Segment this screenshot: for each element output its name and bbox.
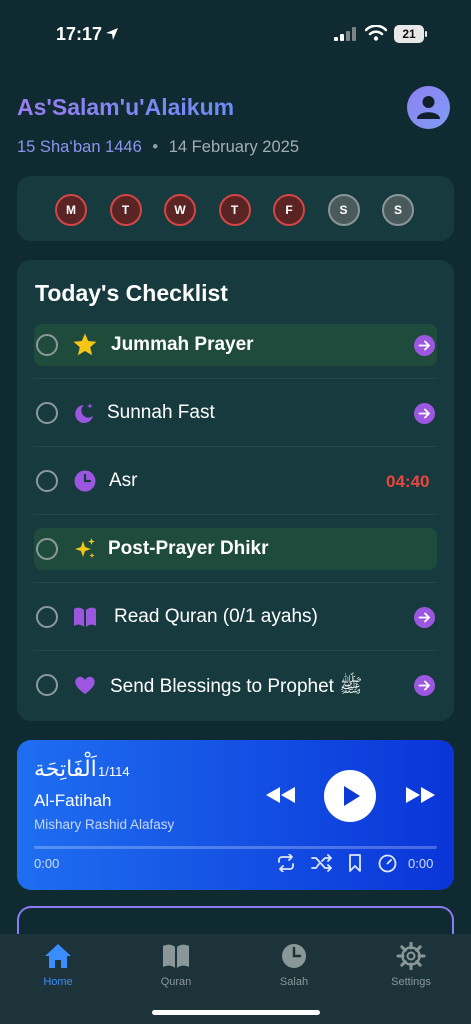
bookmark-icon[interactable]: [348, 854, 362, 872]
home-icon: [45, 944, 71, 968]
checklist-item[interactable]: Jummah Prayer: [34, 324, 437, 366]
arrow-right-icon[interactable]: [414, 607, 435, 628]
day-indicator[interactable]: T: [218, 194, 251, 226]
status-bar: 17:17 21: [0, 0, 471, 60]
day-indicator[interactable]: S: [327, 194, 360, 226]
tab-label-quran: Quran: [160, 976, 192, 988]
signal-icon: [334, 27, 356, 41]
surah-name: Al-Fatihah: [34, 791, 112, 810]
arrow-right-icon[interactable]: [414, 335, 435, 356]
clock-icon: [72, 468, 98, 494]
checkbox[interactable]: [36, 334, 58, 356]
location-arrow-icon: [106, 28, 118, 40]
sparkles-icon: [72, 536, 98, 562]
star-icon: [72, 332, 98, 358]
wifi-icon: [365, 25, 387, 41]
day-indicator[interactable]: W: [164, 194, 196, 226]
checklist-item[interactable]: Asr 04:40: [34, 460, 437, 502]
battery-indicator: 21: [394, 25, 424, 43]
checkbox[interactable]: [36, 538, 58, 560]
current-time: 0:00: [34, 856, 60, 871]
clock-icon: [282, 944, 306, 968]
person-icon: [417, 96, 440, 119]
checklist-item[interactable]: Read Quran (0/1 ayahs): [34, 596, 437, 638]
greeting-title: As'Salam'u'Alaikum: [17, 94, 235, 120]
checklist-item[interactable]: Send Blessings to Prophet ﷺ: [34, 664, 437, 706]
day-indicator[interactable]: S: [382, 194, 414, 226]
date-separator: •: [152, 138, 159, 156]
tab-quran[interactable]: Quran: [136, 942, 216, 988]
progress-track[interactable]: [34, 846, 437, 849]
checklist-item-label: Read Quran (0/1 ayahs): [114, 606, 318, 627]
hijri-date: 15 Sha‘ban 1446: [17, 138, 142, 156]
shuffle-icon[interactable]: [311, 854, 333, 872]
divider: [34, 446, 437, 447]
speed-icon[interactable]: [378, 854, 397, 873]
arrow-right-icon[interactable]: [414, 403, 435, 424]
book-icon: [163, 944, 189, 968]
checklist-item-label: Send Blessings to Prophet ﷺ: [110, 676, 363, 697]
date-line: 15 Sha‘ban 1446 • 14 February 2025: [17, 138, 299, 157]
heart-icon: [72, 672, 98, 698]
tab-salah[interactable]: Salah: [254, 942, 334, 988]
tab-home[interactable]: Home: [18, 942, 98, 988]
prayer-countdown: 04:40: [386, 472, 430, 491]
checklist-item[interactable]: Sunnah Fast: [34, 392, 437, 434]
tab-label-settings: Settings: [391, 976, 431, 988]
divider: [34, 378, 437, 379]
checkbox[interactable]: [36, 674, 58, 696]
day-indicator[interactable]: F: [273, 194, 305, 226]
checklist-item-label: Jummah Prayer: [111, 334, 254, 355]
quran-audio-player: اَلْفَاتِحَة 1/114 Al-Fatihah Mishary Ra…: [17, 740, 454, 890]
moon-stars-icon: [72, 400, 98, 426]
day-indicator[interactable]: T: [109, 194, 142, 226]
checklist-item-label: Asr: [109, 470, 138, 491]
checkbox[interactable]: [36, 402, 58, 424]
surah-number: 1/114: [98, 764, 130, 779]
reciter-name: Mishary Rashid Alafasy: [34, 817, 175, 832]
rewind-icon[interactable]: [264, 785, 297, 805]
checklist-item-label: Post-Prayer Dhikr: [108, 538, 269, 559]
checkbox[interactable]: [36, 606, 58, 628]
divider: [34, 650, 437, 651]
divider: [34, 514, 437, 515]
profile-avatar-button[interactable]: [407, 86, 450, 129]
home-indicator: [152, 1010, 320, 1015]
arrow-right-icon[interactable]: [414, 675, 435, 696]
fast-forward-icon[interactable]: [404, 785, 437, 805]
gear-icon: [396, 942, 426, 970]
play-button[interactable]: [324, 770, 376, 822]
checklist-card: Today's Checklist Jummah Prayer Sunnah Fa…: [17, 260, 454, 721]
checklist-item-label: Sunnah Fast: [107, 402, 215, 423]
book-icon: [72, 604, 98, 630]
play-icon: [344, 786, 360, 806]
gregorian-date: 14 February 2025: [168, 138, 300, 156]
checkbox[interactable]: [36, 470, 58, 492]
tab-label-salah: Salah: [279, 976, 309, 988]
week-tracker: MTWTFSS: [17, 176, 454, 241]
duration: 0:00: [408, 856, 434, 871]
surah-arabic-name: اَلْفَاتِحَة: [34, 757, 97, 782]
divider: [34, 582, 437, 583]
battery-tip: [425, 31, 427, 37]
tab-settings[interactable]: Settings: [371, 942, 451, 988]
tab-label-home: Home: [43, 976, 73, 988]
checklist-title: Today's Checklist: [35, 280, 228, 306]
day-indicator[interactable]: M: [55, 194, 87, 226]
status-time: 17:17: [56, 24, 103, 44]
repeat-icon[interactable]: [276, 854, 296, 872]
checklist-item[interactable]: Post-Prayer Dhikr: [34, 528, 437, 570]
